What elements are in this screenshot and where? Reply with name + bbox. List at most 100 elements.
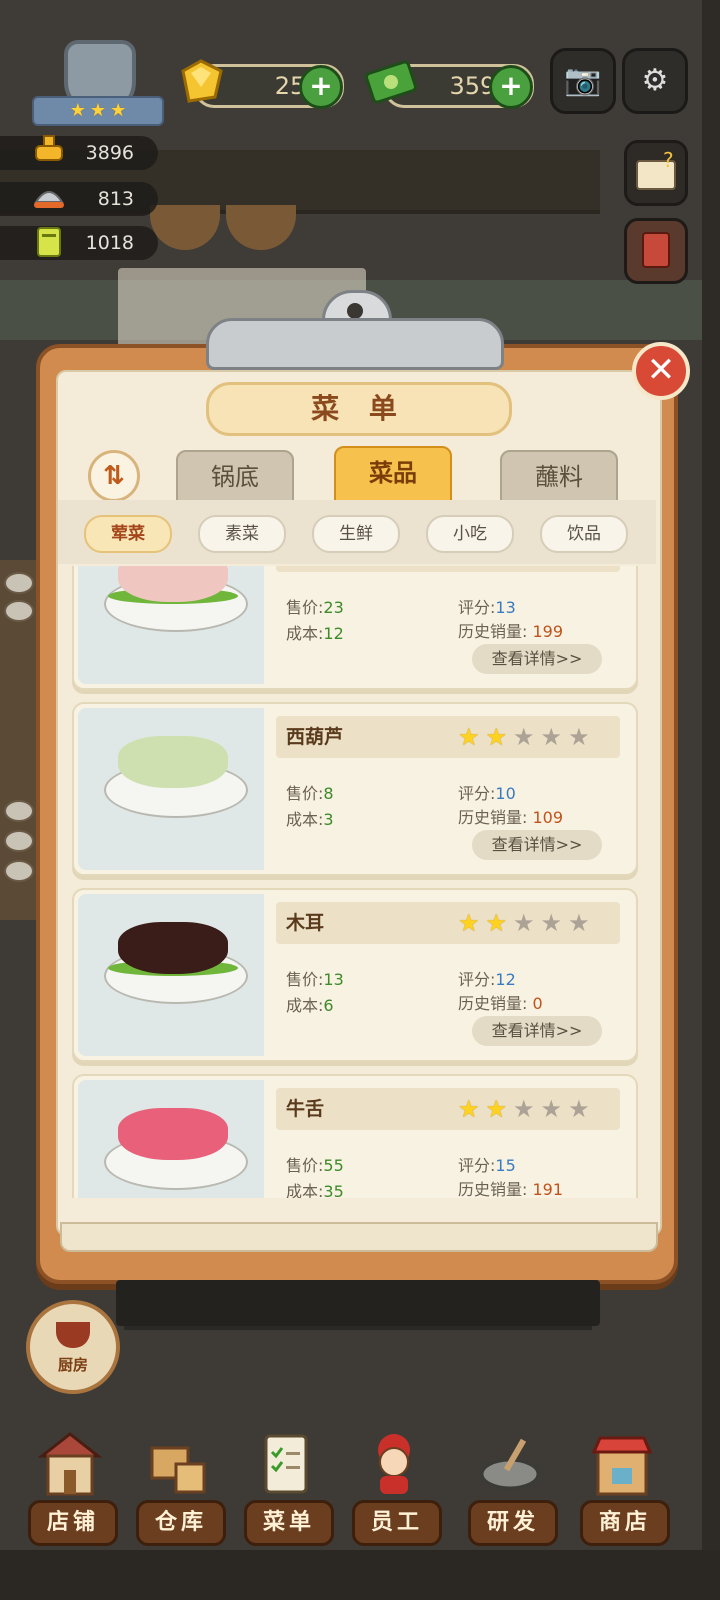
dish-card[interactable]: 木耳 ★ ★ ★ ★ ★ 售价:13 成本:6 评分:12 历史销量: 0 查看详情>> [72, 888, 638, 1062]
dish-list[interactable]: ★★★★★ 售价:23 成本:12 评分:13 历史销量: 199 查看详情>>… [68, 566, 642, 1198]
price-text: 售价:23 [286, 598, 344, 617]
guide-book-button[interactable]: ? [624, 140, 688, 206]
recipe-book-icon [642, 232, 670, 268]
sales-text: 历史销量: 199 [458, 622, 564, 641]
sort-button[interactable]: ⇅ [88, 450, 140, 502]
gear-icon: ⚙ [641, 63, 669, 98]
close-button[interactable]: ✕ [632, 342, 690, 400]
cost-text: 成本:12 [286, 624, 344, 643]
dish-cover-icon [34, 191, 64, 208]
bowl-icon [4, 800, 34, 822]
star-icon: ★ [110, 100, 127, 121]
nav-menu[interactable]: 菜单 [244, 1428, 334, 1550]
star-icon: ★ [540, 909, 563, 937]
nav-staff-label: 员工 [352, 1500, 442, 1546]
dish-name-bar [276, 566, 620, 572]
cost-text: 成本:3 [286, 810, 334, 829]
camera-button[interactable]: 📷 [550, 48, 616, 114]
dish-image [78, 1080, 264, 1198]
star-icon: ★ [513, 723, 535, 751]
dish-card[interactable]: 牛舌 ★★★★★ 售价:55 成本:35 评分:15 历史销量: 191 查看详… [72, 1074, 638, 1198]
nav-staff[interactable]: 员工 [352, 1428, 442, 1550]
tab-dishes[interactable]: 菜品 [334, 446, 452, 504]
star-icon: ★ [513, 1095, 535, 1123]
pot-icon [56, 1322, 90, 1348]
nav-research-label: 研发 [468, 1500, 558, 1546]
score-text: 评分:12 [458, 970, 516, 989]
dish-food-icon [118, 922, 228, 974]
gem-icon [181, 59, 223, 103]
price-text: 售价:55 [286, 1156, 344, 1175]
tab-soup-base[interactable]: 锅底 [176, 450, 294, 504]
star-icon: ★ [568, 1095, 590, 1123]
dish-card[interactable]: ★★★★★ 售价:23 成本:12 评分:13 历史销量: 199 查看详情>> [72, 566, 638, 690]
subtab-vegetable[interactable]: 素菜 [198, 515, 286, 553]
dish-image [78, 566, 264, 684]
bottom-navigation: 店铺 仓库 菜单 员工 研发 商店 [0, 1420, 720, 1550]
nav-store-label: 商店 [580, 1500, 670, 1546]
cash-icon [365, 60, 417, 104]
storefront-icon [38, 1432, 102, 1496]
bowl-icon [4, 860, 34, 882]
recipe-book-button[interactable] [624, 218, 688, 284]
tab-sauce[interactable]: 蘸料 [500, 450, 618, 504]
subtab-meat[interactable]: 荤菜 [84, 515, 172, 553]
nav-research[interactable]: 研发 [468, 1428, 558, 1550]
wok-icon [480, 1438, 540, 1490]
dish-stars: ★ ★ ★ ★ ★ [458, 1096, 590, 1122]
paper-stack-edge [60, 1222, 658, 1252]
stat-tickets: 1018 [0, 226, 158, 260]
view-details-button[interactable]: 查看详情>> [472, 644, 602, 674]
star-icon: ★ [568, 909, 590, 937]
dish-card[interactable]: 西葫芦 ★ ★ ★ ★ ★ 售价:8 成本:3 评分:10 历史销量: 109 查看详情… [72, 702, 638, 876]
help-book-icon: ? [636, 148, 676, 190]
view-details-button[interactable]: 查看详情>> [472, 1016, 602, 1046]
star-icon: ★ [485, 1095, 508, 1123]
dish-image [78, 708, 264, 870]
add-cash-button[interactable]: + [489, 65, 533, 109]
dish-stars: ★ ★ ★ ★ ★ [458, 724, 590, 750]
clipboard-icon [264, 1434, 308, 1494]
dish-name: 木耳 [286, 912, 325, 934]
chef-girl-icon [378, 1434, 410, 1494]
nav-shop[interactable]: 店铺 [28, 1428, 118, 1550]
subtab-snack[interactable]: 小吃 [426, 515, 514, 553]
dish-name: 牛舌 [286, 1098, 325, 1120]
restaurant-rank-badge[interactable]: ★ ★ ★ [32, 40, 164, 126]
dish-food-icon [118, 736, 228, 788]
rank-stars: ★ ★ ★ [32, 96, 164, 126]
cost-text: 成本:35 [286, 1182, 344, 1198]
left-shelf [0, 560, 38, 920]
stat-tickets-value: 1018 [85, 232, 134, 254]
star-icon: ★ [458, 1095, 480, 1123]
settings-button[interactable]: ⚙ [622, 48, 688, 114]
view-details-button[interactable]: 查看详情>> [472, 830, 602, 860]
ticket-icon [37, 227, 61, 257]
gem-counter: 25 + [181, 59, 344, 109]
dining-table [124, 1326, 592, 1360]
nav-menu-label: 菜单 [244, 1500, 334, 1546]
hotpot-icon [35, 135, 63, 161]
svg-text:?: ? [663, 148, 674, 172]
dish-name: 西葫芦 [286, 726, 344, 748]
cash-counter: 3595 + [365, 60, 534, 109]
subtab-drink[interactable]: 饮品 [540, 515, 628, 553]
subtab-fresh[interactable]: 生鲜 [312, 515, 400, 553]
stat-hotpot-value: 3896 [85, 142, 134, 164]
add-gems-button[interactable]: + [299, 65, 343, 109]
star-icon: ★ [568, 723, 590, 751]
clipboard-clip [206, 290, 504, 370]
nav-warehouse[interactable]: 仓库 [136, 1428, 226, 1550]
right-wall [702, 0, 720, 1600]
sales-text: 历史销量: 191 [458, 1180, 564, 1198]
star-icon: ★ [69, 100, 86, 121]
nav-store[interactable]: 商店 [580, 1428, 670, 1550]
market-stall-icon [591, 1436, 653, 1496]
price-text: 售价:13 [286, 970, 344, 989]
star-icon: ★ [485, 909, 508, 937]
star-icon: ★ [89, 100, 107, 121]
camera-icon: 📷 [564, 63, 602, 98]
bowl-icon [4, 600, 34, 622]
kitchen-button[interactable]: 厨房 [26, 1300, 120, 1394]
dish-image [78, 894, 264, 1056]
